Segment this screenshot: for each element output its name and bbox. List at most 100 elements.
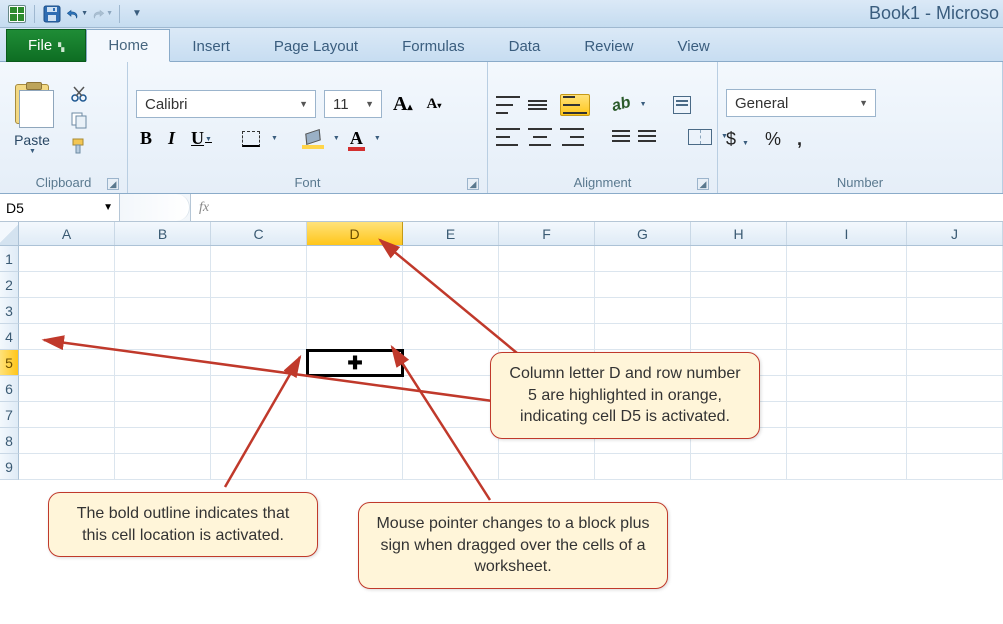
- undo-button[interactable]: ▼: [66, 3, 88, 25]
- fill-color-dropdown[interactable]: ▼: [333, 135, 340, 142]
- align-right-button[interactable]: [560, 128, 584, 146]
- callout-cell-outline: The bold outline indicates that this cel…: [48, 492, 318, 557]
- formula-bar: D5 ▼ fx: [0, 194, 1003, 222]
- borders-button[interactable]: [240, 129, 262, 149]
- number-format-combo[interactable]: General▼: [726, 89, 876, 117]
- col-header-E[interactable]: E: [403, 222, 499, 245]
- cut-button[interactable]: [68, 84, 90, 104]
- separator: [119, 5, 120, 23]
- name-box[interactable]: D5 ▼: [0, 194, 120, 221]
- select-all-corner[interactable]: [0, 222, 19, 245]
- row-header-1[interactable]: 1: [0, 246, 19, 272]
- tab-page-layout[interactable]: Page Layout: [252, 30, 380, 62]
- row-header-5[interactable]: 5: [0, 350, 19, 376]
- font-color-dropdown[interactable]: ▼: [374, 135, 381, 142]
- tab-formulas[interactable]: Formulas: [380, 30, 487, 62]
- column-headers: A B C D E F G H I J: [0, 222, 1003, 246]
- group-number-label: Number: [726, 173, 994, 193]
- currency-button[interactable]: $ ▼: [726, 129, 749, 150]
- col-header-A[interactable]: A: [19, 222, 115, 245]
- increase-indent-button[interactable]: [638, 128, 662, 146]
- row-header-4[interactable]: 4: [0, 324, 19, 350]
- tab-home[interactable]: Home: [86, 29, 170, 62]
- font-size-combo[interactable]: 11▼: [324, 90, 382, 118]
- font-name-combo[interactable]: Calibri▼: [136, 90, 316, 118]
- decrease-font-button[interactable]: A▾: [423, 96, 444, 113]
- font-dialog-launcher[interactable]: ◢: [467, 178, 479, 190]
- group-alignment: ab▼ ▼ Alignment ◢: [488, 62, 718, 193]
- row-header-2[interactable]: 2: [0, 272, 19, 298]
- callout-header-highlight: Column letter D and row number 5 are hig…: [490, 352, 760, 439]
- borders-dropdown[interactable]: ▼: [271, 135, 278, 142]
- plus-cursor-icon: ✚: [347, 353, 362, 374]
- row-header-8[interactable]: 8: [0, 428, 19, 454]
- app-icon[interactable]: [6, 3, 28, 25]
- ribbon-tabs: File▚ Home Insert Page Layout Formulas D…: [0, 28, 1003, 62]
- col-header-I[interactable]: I: [787, 222, 907, 245]
- align-left-button[interactable]: [496, 128, 520, 146]
- fx-button[interactable]: fx: [199, 200, 209, 216]
- comma-button[interactable]: ,: [797, 129, 802, 150]
- col-header-J[interactable]: J: [907, 222, 1003, 245]
- number-label-text: Number: [837, 175, 883, 190]
- tab-file[interactable]: File▚: [6, 29, 86, 62]
- bold-button[interactable]: B: [136, 128, 156, 149]
- group-clipboard: Paste ▼ Clipboard ◢: [0, 62, 128, 193]
- worksheet-grid[interactable]: A B C D E F G H I J 1 2 3 4 5 6 7 8 9: [0, 222, 1003, 480]
- row-header-7[interactable]: 7: [0, 402, 19, 428]
- merge-center-button[interactable]: [688, 129, 712, 145]
- group-number: General▼ $ ▼ % , Number: [718, 62, 1003, 193]
- formula-bar-curve: [120, 194, 190, 221]
- save-button[interactable]: [41, 3, 63, 25]
- italic-button[interactable]: I: [164, 128, 179, 149]
- align-top-button[interactable]: [496, 96, 520, 114]
- tab-review[interactable]: Review: [562, 30, 655, 62]
- clipboard-icon: [15, 84, 49, 124]
- decrease-indent-button[interactable]: [606, 128, 630, 146]
- formula-input[interactable]: [217, 194, 1003, 221]
- clipboard-dialog-launcher[interactable]: ◢: [107, 178, 119, 190]
- alignment-dialog-launcher[interactable]: ◢: [697, 178, 709, 190]
- underline-button[interactable]: U▼: [187, 128, 216, 149]
- col-header-C[interactable]: C: [211, 222, 307, 245]
- row-header-6[interactable]: 6: [0, 376, 19, 402]
- col-header-G[interactable]: G: [595, 222, 691, 245]
- clipboard-label-text: Clipboard: [36, 175, 92, 190]
- align-bottom-button[interactable]: [560, 94, 590, 116]
- font-color-button[interactable]: A: [348, 128, 365, 149]
- underline-label: U: [191, 128, 204, 149]
- col-header-D[interactable]: D: [307, 222, 403, 245]
- fx-area: fx: [190, 194, 1003, 221]
- wrap-text-button[interactable]: [673, 96, 691, 114]
- copy-button[interactable]: [68, 110, 90, 130]
- group-alignment-label: Alignment ◢: [496, 173, 709, 193]
- qat-customize[interactable]: ▼: [126, 3, 148, 25]
- name-box-dropdown[interactable]: ▼: [103, 202, 113, 213]
- tab-insert[interactable]: Insert: [170, 30, 252, 62]
- col-header-H[interactable]: H: [691, 222, 787, 245]
- callout-plus-cursor: Mouse pointer changes to a block plus si…: [358, 502, 668, 589]
- active-cell-D5[interactable]: ✚: [306, 349, 404, 377]
- font-size-value: 11: [333, 96, 349, 113]
- paste-button[interactable]: Paste ▼: [8, 82, 56, 157]
- number-format-value: General: [735, 95, 788, 112]
- row-header-3[interactable]: 3: [0, 298, 19, 324]
- percent-button[interactable]: %: [765, 129, 781, 150]
- col-header-B[interactable]: B: [115, 222, 211, 245]
- alignment-label-text: Alignment: [574, 175, 632, 190]
- align-center-button[interactable]: [528, 128, 552, 146]
- row-header-9[interactable]: 9: [0, 454, 19, 480]
- orientation-button[interactable]: ab: [610, 93, 633, 115]
- col-header-F[interactable]: F: [499, 222, 595, 245]
- align-middle-button[interactable]: [528, 96, 552, 114]
- paste-label: Paste: [14, 132, 50, 148]
- fill-color-button[interactable]: [302, 129, 324, 149]
- orientation-dropdown[interactable]: ▼: [640, 101, 647, 108]
- increase-font-button[interactable]: A▴: [390, 93, 415, 116]
- format-painter-button[interactable]: [68, 136, 90, 156]
- currency-label: $: [726, 129, 736, 149]
- redo-button[interactable]: ▼: [91, 3, 113, 25]
- tab-view[interactable]: View: [656, 30, 732, 62]
- titlebar: ▼ ▼ ▼ Book1 - Microso: [0, 0, 1003, 28]
- tab-data[interactable]: Data: [487, 30, 563, 62]
